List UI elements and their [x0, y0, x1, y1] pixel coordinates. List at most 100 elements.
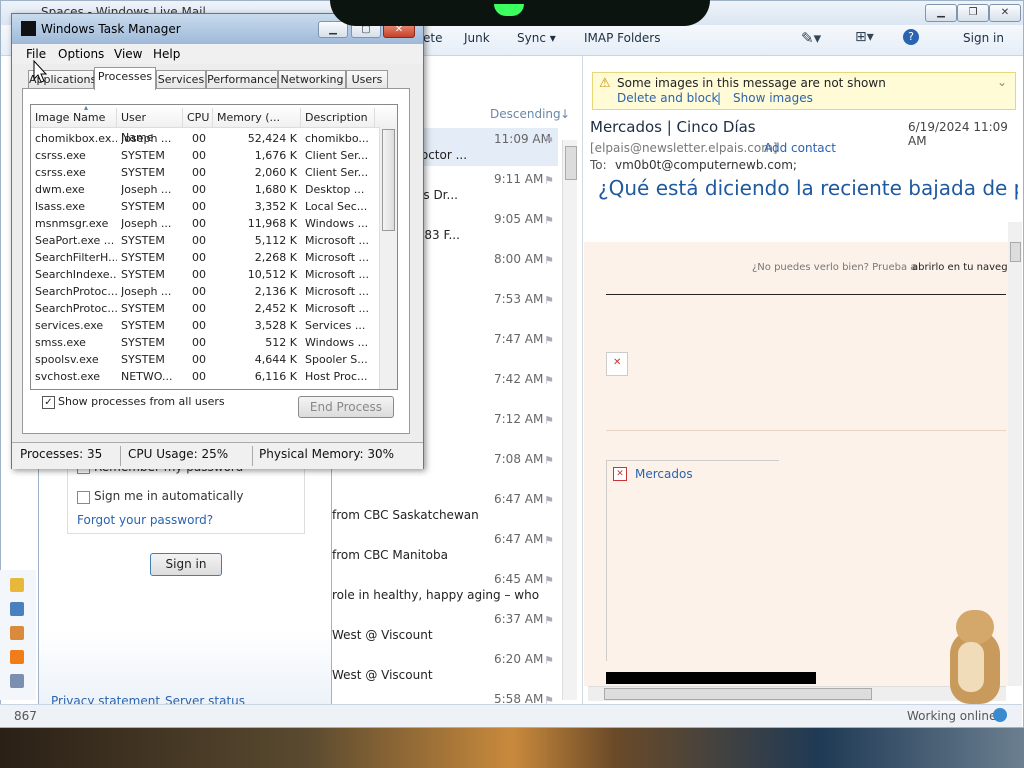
column-image-name[interactable]: Image Name — [31, 108, 117, 128]
process-list-scrollbar[interactable] — [379, 127, 397, 389]
show-all-processes-checkbox[interactable]: ✓ — [42, 396, 55, 409]
contacts-icon[interactable] — [10, 626, 24, 640]
table-row[interactable]: dwm.exe Joseph ... 00 1,680 K Desktop ... — [31, 181, 375, 198]
table-row[interactable]: SearchFilterH... SYSTEM 00 2,268 K Microsoft… — [31, 249, 375, 266]
table-row[interactable]: SearchIndexe... SYSTEM 00 10,512 K Microsoft… — [31, 266, 375, 283]
column-description[interactable]: Description — [301, 108, 375, 128]
message-time[interactable]: 7:12 AM — [494, 412, 543, 426]
flag-icon[interactable]: ⚑ — [544, 294, 554, 307]
calendar-icon[interactable] — [10, 602, 24, 616]
column-memory[interactable]: Memory (... — [213, 108, 301, 128]
column-user-name[interactable]: User Name — [117, 108, 183, 144]
tab-users[interactable]: Users — [346, 70, 388, 89]
message-subject-line[interactable]: role in healthy, happy aging – who ar... — [332, 588, 540, 602]
flag-icon[interactable]: ⚑ — [544, 494, 554, 507]
tab-networking[interactable]: Networking — [278, 70, 346, 89]
newsgroups-icon[interactable] — [10, 674, 24, 688]
scroll-thumb[interactable] — [382, 129, 395, 231]
delete-button[interactable]: ete — [423, 31, 442, 45]
junk-button[interactable]: Junk — [464, 31, 490, 45]
scroll-thumb[interactable] — [1010, 242, 1021, 262]
close-button[interactable]: ✕ — [989, 4, 1021, 22]
table-row[interactable]: svchost.exe NETWO... 00 6,116 K Host Proc... — [31, 368, 375, 385]
compose-pen-icon[interactable]: ✎▾ — [801, 29, 821, 47]
flag-icon[interactable]: ⚑ — [544, 414, 554, 427]
message-time[interactable]: 11:09 AM — [494, 132, 551, 146]
sign-in-button[interactable]: Sign in — [150, 553, 222, 576]
sync-button[interactable]: Sync ▾ — [517, 31, 556, 45]
minimize-button[interactable]: ▁ — [318, 21, 348, 38]
menu-file[interactable]: File — [26, 47, 46, 61]
imap-folders-button[interactable]: IMAP Folders — [584, 31, 661, 45]
message-time[interactable]: 6:47 AM — [494, 492, 543, 506]
toolbar-sign-in[interactable]: Sign in — [963, 31, 1004, 45]
message-time[interactable]: 7:08 AM — [494, 452, 543, 466]
flag-icon[interactable]: ⚑ — [544, 214, 554, 227]
table-row[interactable]: chomikbox.ex... Joseph ... 00 52,424 K chomi… — [31, 130, 375, 147]
menu-options[interactable]: Options — [58, 47, 104, 61]
flag-icon[interactable]: ⚑ — [544, 334, 554, 347]
table-row[interactable]: spoolsv.exe SYSTEM 00 4,644 K Spooler S... — [31, 351, 375, 368]
flag-icon[interactable]: ⚑ — [544, 574, 554, 587]
message-subject-line[interactable]: West @ Viscount — [332, 668, 540, 682]
flag-icon[interactable]: ⚑ — [544, 454, 554, 467]
menu-help[interactable]: Help — [153, 47, 180, 61]
table-row[interactable]: SearchProtoc... Joseph ... 00 2,136 K Micros… — [31, 283, 375, 300]
mail-icon[interactable] — [10, 578, 24, 592]
delete-and-block-link[interactable]: Delete and block — [617, 91, 718, 105]
flag-icon[interactable]: ⚑ — [544, 614, 554, 627]
table-row[interactable]: msnmsgr.exe Joseph ... 00 11,968 K Windows .… — [31, 215, 375, 232]
broken-image-icon: ✕ — [613, 467, 627, 481]
message-time[interactable]: 9:11 AM — [494, 172, 543, 186]
open-in-browser-link[interactable]: abrirlo en tu navega — [912, 262, 1014, 273]
separator: | — [717, 91, 722, 105]
table-row[interactable]: SeaPort.exe ... SYSTEM 00 5,112 K Microsoft … — [31, 232, 375, 249]
sender-address: [elpais@newsletter.elpais.com] — [590, 141, 778, 155]
reading-pane-scrollbar[interactable] — [1008, 222, 1022, 686]
chevron-down-icon[interactable]: ⌄ — [997, 75, 1007, 89]
flag-icon[interactable]: ⚑ — [544, 174, 554, 187]
message-time[interactable]: 6:20 AM — [494, 652, 543, 666]
minimize-button[interactable]: ▁ — [925, 4, 957, 22]
forgot-password-link[interactable]: Forgot your password? — [77, 513, 213, 527]
end-process-button[interactable]: End Process — [298, 396, 394, 418]
tab-services[interactable]: Services — [156, 70, 206, 89]
column-cpu[interactable]: CPU — [183, 108, 213, 128]
table-row[interactable]: csrss.exe SYSTEM 00 1,676 K Client Ser... — [31, 147, 375, 164]
feeds-icon[interactable] — [10, 650, 24, 664]
table-row[interactable]: SearchProtoc... SYSTEM 00 2,452 K Microsoft … — [31, 300, 375, 317]
table-row[interactable]: smss.exe SYSTEM 00 512 K Windows ... — [31, 334, 375, 351]
tab-performance[interactable]: Performance — [206, 70, 278, 89]
table-row[interactable]: csrss.exe SYSTEM 00 2,060 K Client Ser... — [31, 164, 375, 181]
message-subject-line[interactable]: from CBC Manitoba — [332, 548, 540, 562]
maximize-button[interactable]: ❐ — [957, 4, 989, 22]
help-icon[interactable]: ? — [903, 29, 919, 45]
message-subject-line[interactable]: West @ Viscount — [332, 628, 540, 642]
sort-order-label[interactable]: Descending — [490, 107, 561, 121]
auto-sign-in-checkbox[interactable] — [77, 491, 90, 504]
show-images-link[interactable]: Show images — [733, 91, 813, 105]
flag-icon[interactable]: ⚑ — [544, 654, 554, 667]
message-list-scrollbar[interactable] — [562, 140, 577, 700]
message-time[interactable]: 6:37 AM — [494, 612, 543, 626]
message-time[interactable]: 7:53 AM — [494, 292, 543, 306]
layout-icon[interactable]: ⊞▾ — [855, 29, 874, 45]
message-time[interactable]: 8:00 AM — [494, 252, 543, 266]
flag-icon[interactable]: ⚑ — [544, 374, 554, 387]
message-time[interactable]: 7:42 AM — [494, 372, 543, 386]
table-row[interactable]: services.exe SYSTEM 00 3,528 K Services ... — [31, 317, 375, 334]
menu-view[interactable]: View — [114, 47, 142, 61]
message-subject-line[interactable]: from CBC Saskatchewan — [332, 508, 540, 522]
table-row[interactable]: lsass.exe SYSTEM 00 3,352 K Local Sec... — [31, 198, 375, 215]
message-time[interactable]: 6:45 AM — [494, 572, 543, 586]
flag-icon[interactable]: ⚑ — [544, 254, 554, 267]
message-time[interactable]: 9:05 AM — [494, 212, 543, 226]
tab-processes[interactable]: Processes — [94, 67, 156, 90]
scroll-thumb[interactable] — [604, 688, 872, 700]
add-contact-link[interactable]: Add contact — [764, 141, 836, 155]
scroll-thumb[interactable] — [565, 146, 577, 180]
message-time[interactable]: 6:47 AM — [494, 532, 543, 546]
flag-icon[interactable]: ⚑ — [544, 534, 554, 547]
message-time[interactable]: 7:47 AM — [494, 332, 543, 346]
flag-icon[interactable]: ⚑ — [544, 134, 554, 147]
